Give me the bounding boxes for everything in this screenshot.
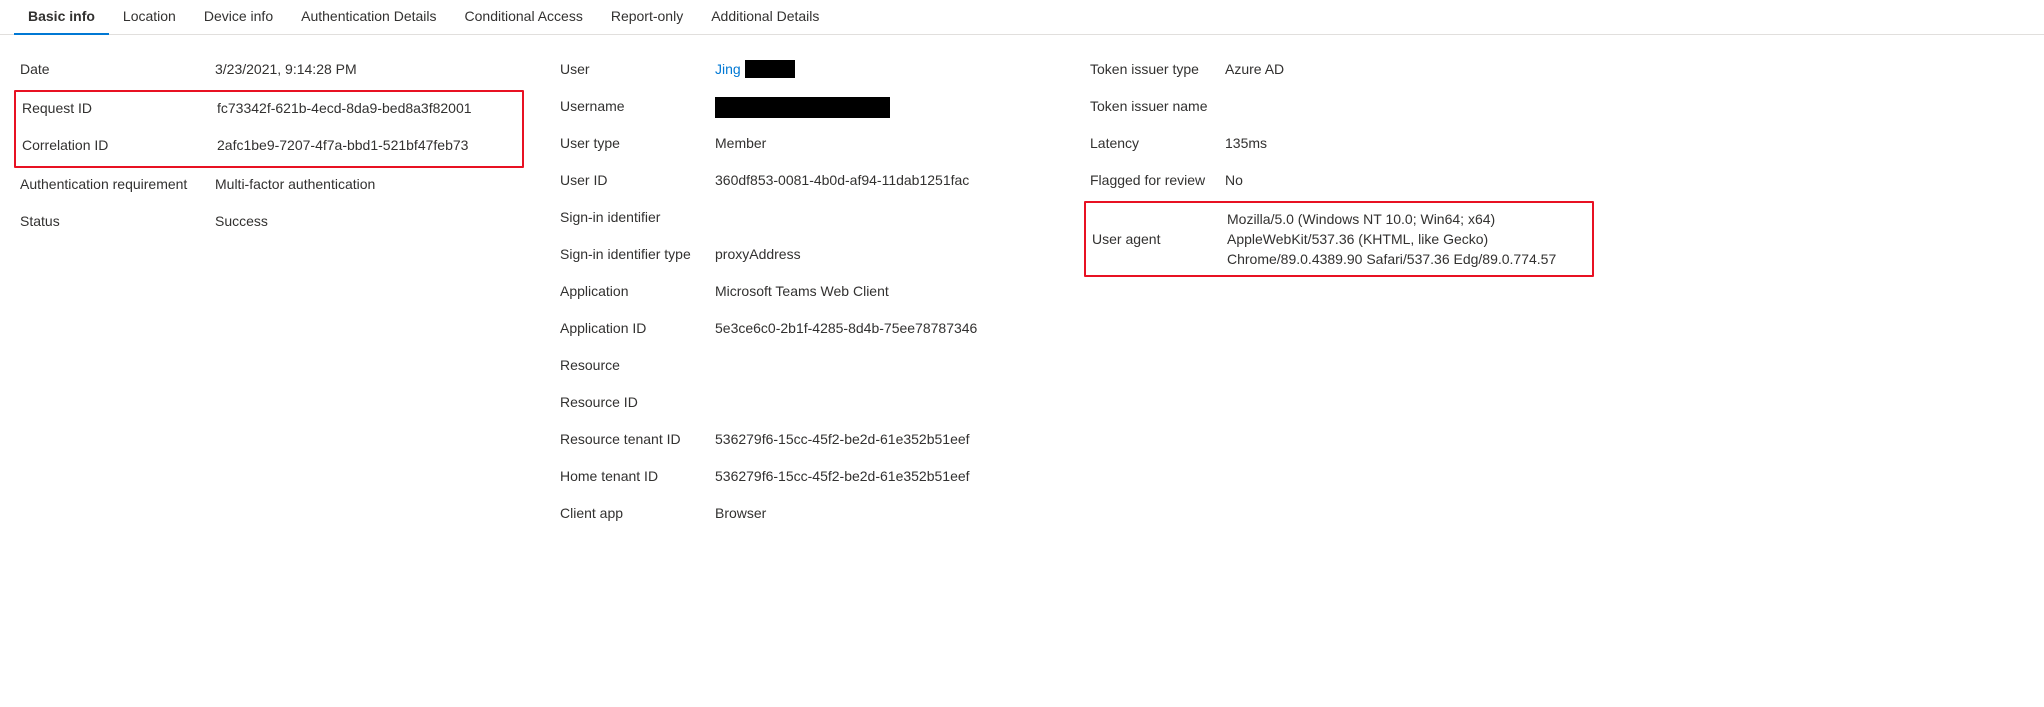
value-latency: 135ms (1225, 133, 1267, 153)
value-username (715, 96, 890, 118)
tab-location[interactable]: Location (109, 0, 190, 34)
value-request-id: fc73342f-621b-4ecd-8da9-bed8a3f82001 (217, 98, 472, 118)
label-status: Status (20, 211, 215, 231)
label-request-id: Request ID (22, 98, 217, 118)
value-resource-tenant-id: 536279f6-15cc-45f2-be2d-61e352b51eef (715, 429, 970, 449)
tab-basic-info[interactable]: Basic info (14, 0, 109, 34)
label-token-issuer-name: Token issuer name (1090, 96, 1225, 116)
value-flagged-for-review: No (1225, 170, 1243, 190)
value-user-agent: Mozilla/5.0 (Windows NT 10.0; Win64; x64… (1227, 209, 1586, 269)
redacted-user-suffix (745, 60, 795, 78)
label-user-id: User ID (560, 170, 715, 190)
value-user: Jing (715, 59, 795, 79)
label-home-tenant-id: Home tenant ID (560, 466, 715, 486)
value-home-tenant-id: 536279f6-15cc-45f2-be2d-61e352b51eef (715, 466, 970, 486)
row-status: Status Success (14, 205, 524, 242)
row-username: Username (554, 90, 1054, 127)
tab-report-only[interactable]: Report-only (597, 0, 697, 34)
label-application: Application (560, 281, 715, 301)
label-resource-tenant-id: Resource tenant ID (560, 429, 715, 449)
row-flagged-for-review: Flagged for review No (1084, 164, 1594, 201)
row-resource-tenant-id: Resource tenant ID 536279f6-15cc-45f2-be… (554, 423, 1054, 460)
tabs-bar: Basic info Location Device info Authenti… (0, 0, 2044, 35)
row-application: Application Microsoft Teams Web Client (554, 275, 1054, 312)
label-application-id: Application ID (560, 318, 715, 338)
label-latency: Latency (1090, 133, 1225, 153)
label-user-type: User type (560, 133, 715, 153)
label-user: User (560, 59, 715, 79)
row-user: User Jing (554, 53, 1054, 90)
label-resource: Resource (560, 355, 715, 375)
tab-additional-details[interactable]: Additional Details (697, 0, 833, 34)
row-resource: Resource (554, 349, 1054, 386)
label-user-agent: User agent (1092, 229, 1227, 249)
row-home-tenant-id: Home tenant ID 536279f6-15cc-45f2-be2d-6… (554, 460, 1054, 497)
column-2: User Jing Username User type Member User… (554, 53, 1054, 534)
value-client-app: Browser (715, 503, 766, 523)
label-resource-id: Resource ID (560, 392, 715, 412)
label-username: Username (560, 96, 715, 116)
value-user-id: 360df853-0081-4b0d-af94-11dab1251fac (715, 170, 969, 190)
column-1: Date 3/23/2021, 9:14:28 PM Request ID fc… (14, 53, 524, 534)
row-user-agent: User agent Mozilla/5.0 (Windows NT 10.0;… (1086, 203, 1592, 275)
label-signin-identifier: Sign-in identifier (560, 207, 715, 227)
value-user-type: Member (715, 133, 766, 153)
value-date: 3/23/2021, 9:14:28 PM (215, 59, 357, 79)
row-token-issuer-type: Token issuer type Azure AD (1084, 53, 1594, 90)
row-user-id: User ID 360df853-0081-4b0d-af94-11dab125… (554, 164, 1054, 201)
row-resource-id: Resource ID (554, 386, 1054, 423)
row-latency: Latency 135ms (1084, 127, 1594, 164)
value-signin-identifier-type: proxyAddress (715, 244, 801, 264)
label-correlation-id: Correlation ID (22, 135, 217, 155)
label-signin-identifier-type: Sign-in identifier type (560, 244, 715, 264)
row-token-issuer-name: Token issuer name (1084, 90, 1594, 127)
value-token-issuer-type: Azure AD (1225, 59, 1284, 79)
value-application-id: 5e3ce6c0-2b1f-4285-8d4b-75ee78787346 (715, 318, 977, 338)
value-correlation-id: 2afc1be9-7207-4f7a-bbd1-521bf47feb73 (217, 135, 468, 155)
tab-device-info[interactable]: Device info (190, 0, 287, 34)
row-application-id: Application ID 5e3ce6c0-2b1f-4285-8d4b-7… (554, 312, 1054, 349)
label-client-app: Client app (560, 503, 715, 523)
label-auth-requirement: Authentication requirement (20, 174, 215, 194)
highlight-user-agent: User agent Mozilla/5.0 (Windows NT 10.0;… (1084, 201, 1594, 277)
value-application: Microsoft Teams Web Client (715, 281, 889, 301)
row-client-app: Client app Browser (554, 497, 1054, 534)
row-correlation-id: Correlation ID 2afc1be9-7207-4f7a-bbd1-5… (16, 129, 522, 166)
tab-authentication-details[interactable]: Authentication Details (287, 0, 450, 34)
row-request-id: Request ID fc73342f-621b-4ecd-8da9-bed8a… (16, 92, 522, 129)
row-signin-identifier: Sign-in identifier (554, 201, 1054, 238)
redacted-username (715, 97, 890, 118)
user-link[interactable]: Jing (715, 59, 741, 79)
row-auth-requirement: Authentication requirement Multi-factor … (14, 168, 524, 205)
row-date: Date 3/23/2021, 9:14:28 PM (14, 53, 524, 90)
tab-conditional-access[interactable]: Conditional Access (451, 0, 597, 34)
label-date: Date (20, 59, 215, 79)
row-signin-identifier-type: Sign-in identifier type proxyAddress (554, 238, 1054, 275)
details-content: Date 3/23/2021, 9:14:28 PM Request ID fc… (0, 35, 2044, 534)
column-3: Token issuer type Azure AD Token issuer … (1084, 53, 1594, 534)
value-status: Success (215, 211, 268, 231)
highlight-request-correlation: Request ID fc73342f-621b-4ecd-8da9-bed8a… (14, 90, 524, 168)
row-user-type: User type Member (554, 127, 1054, 164)
value-auth-requirement: Multi-factor authentication (215, 174, 375, 194)
label-token-issuer-type: Token issuer type (1090, 59, 1225, 79)
label-flagged-for-review: Flagged for review (1090, 170, 1225, 190)
